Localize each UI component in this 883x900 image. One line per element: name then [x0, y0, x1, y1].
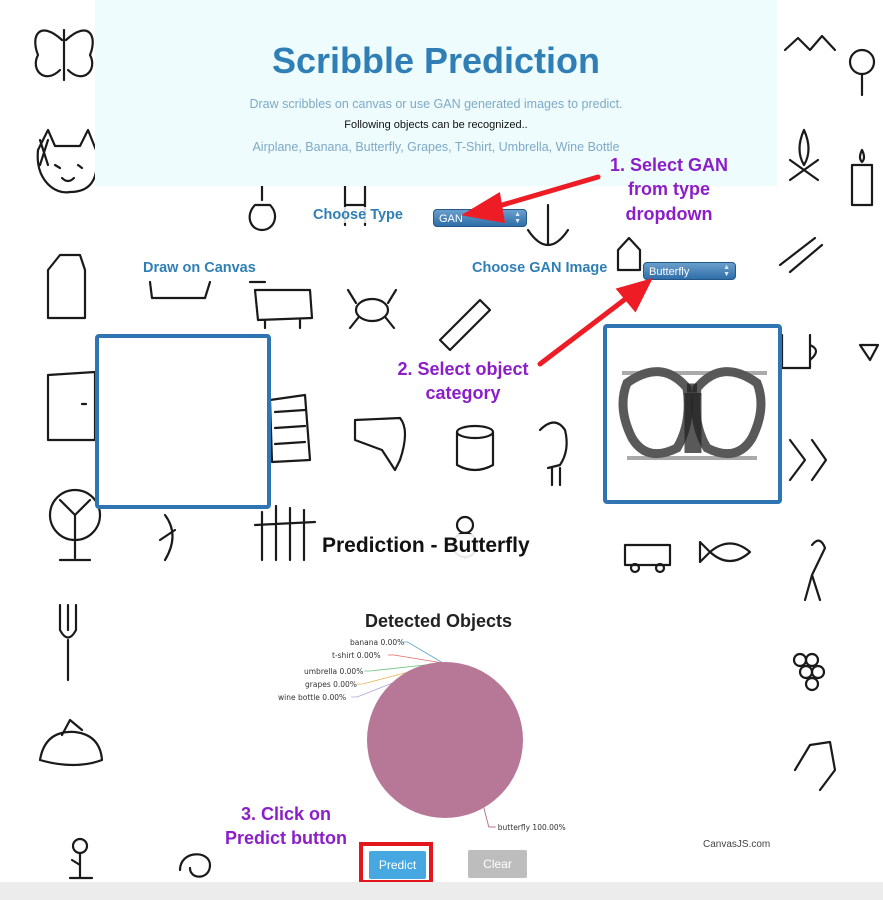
- predict-highlight-box: [359, 842, 433, 884]
- pie-chart: banana 0.00% t-shirt 0.00% umbrella 0.00% g…: [278, 638, 566, 832]
- callout-step1: 1. Select GAN from type dropdown: [609, 155, 729, 224]
- bottom-scrollbar[interactable]: [0, 882, 883, 900]
- callout-step3: 3. Click on Predict button: [225, 804, 347, 849]
- pie-label-banana: banana 0.00%: [350, 638, 404, 647]
- pie-label-butterfly: butterfly 100.00%: [498, 823, 566, 832]
- pie-leader-butterfly: [483, 807, 496, 828]
- pie-label-t-shirt: t-shirt 0.00%: [332, 651, 381, 660]
- clear-button[interactable]: Clear: [468, 850, 527, 878]
- pie-label-wine-bottle: wine bottle 0.00%: [278, 693, 346, 702]
- chart-credit[interactable]: CanvasJS.com: [703, 839, 770, 850]
- callout-step2: 2. Select object category: [397, 359, 529, 404]
- pie-slice-butterfly: [367, 662, 523, 818]
- pie-label-grapes: grapes 0.00%: [305, 680, 357, 689]
- pie-leader-t-shirt: [387, 654, 444, 664]
- pie-label-umbrella: umbrella 0.00%: [304, 667, 363, 676]
